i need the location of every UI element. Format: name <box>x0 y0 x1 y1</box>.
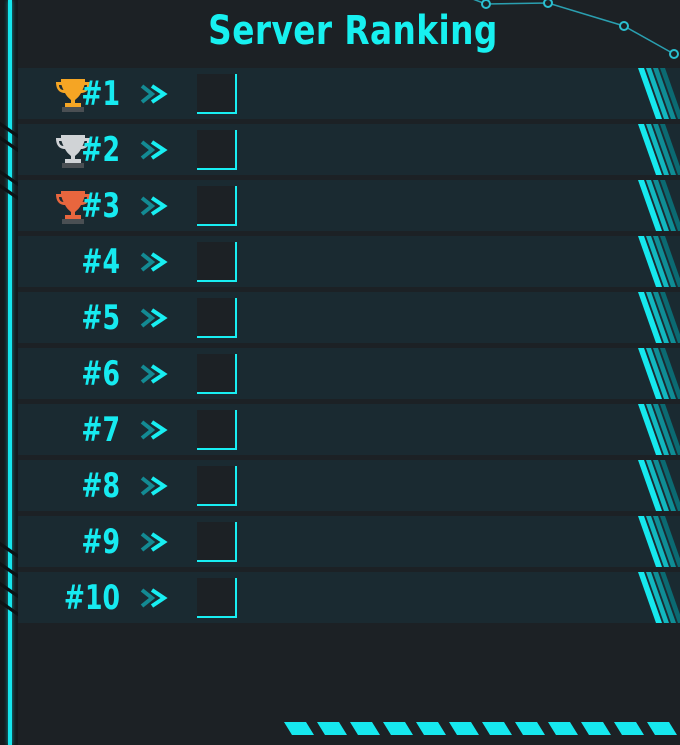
avatar-frame <box>197 130 237 170</box>
avatar-frame <box>197 354 237 394</box>
ranking-row[interactable]: #3 <box>18 180 680 231</box>
avatar-frame <box>197 410 237 450</box>
ranking-row[interactable]: #5 <box>18 292 680 343</box>
double-chevron-right-icon <box>140 140 168 160</box>
diagonal-stripes-decoration <box>638 292 680 343</box>
diagonal-stripes-decoration <box>638 68 680 119</box>
dash-mark <box>284 722 314 735</box>
left-rail-glow-line <box>8 0 12 745</box>
dash-mark <box>317 722 347 735</box>
dash-mark <box>416 722 446 735</box>
double-chevron-right-icon <box>140 252 168 272</box>
double-chevron-right-icon <box>140 420 168 440</box>
ranking-row[interactable]: #7 <box>18 404 680 455</box>
ranking-row[interactable]: #9 <box>18 516 680 567</box>
rank-label: #8 <box>81 466 120 506</box>
double-chevron-right-icon <box>140 364 168 384</box>
double-chevron-right-icon <box>140 308 168 328</box>
diagonal-stripes-decoration <box>638 516 680 567</box>
diagonal-stripes-decoration <box>638 460 680 511</box>
ranking-row[interactable]: #1 <box>18 68 680 119</box>
avatar-frame <box>197 186 237 226</box>
dash-mark <box>614 722 644 735</box>
ranking-row[interactable]: #2 <box>18 124 680 175</box>
ranking-row[interactable]: #4 <box>18 236 680 287</box>
double-chevron-right-icon <box>140 588 168 608</box>
rank-label: #3 <box>81 186 120 226</box>
diagonal-stripes-decoration <box>638 180 680 231</box>
double-chevron-right-icon <box>140 196 168 216</box>
diagonal-stripes-decoration <box>638 236 680 287</box>
ranking-row[interactable]: #10 <box>18 572 680 623</box>
diagonal-stripes-decoration <box>638 404 680 455</box>
avatar-frame <box>197 522 237 562</box>
rank-label: #2 <box>81 130 120 170</box>
rank-label: #4 <box>81 242 120 282</box>
network-decoration <box>473 0 679 59</box>
dash-mark <box>383 722 413 735</box>
dash-mark <box>647 722 677 735</box>
avatar-frame <box>197 242 237 282</box>
dash-mark <box>548 722 578 735</box>
rank-label: #1 <box>81 74 120 114</box>
avatar-frame <box>197 298 237 338</box>
diagonal-stripes-decoration <box>638 572 680 623</box>
left-rail <box>0 0 18 745</box>
double-chevron-right-icon <box>140 84 168 104</box>
dash-mark <box>515 722 545 735</box>
dash-mark <box>350 722 380 735</box>
rank-label: #9 <box>81 522 120 562</box>
ranking-row[interactable]: #6 <box>18 348 680 399</box>
dash-mark <box>449 722 479 735</box>
diagonal-stripes-decoration <box>638 124 680 175</box>
ranking-row[interactable]: #8 <box>18 460 680 511</box>
dash-mark <box>482 722 512 735</box>
dash-mark <box>581 722 611 735</box>
rank-label: #6 <box>81 354 120 394</box>
double-chevron-right-icon <box>140 476 168 496</box>
double-chevron-right-icon <box>140 532 168 552</box>
bottom-dash-decoration <box>284 722 677 735</box>
rank-label: #7 <box>81 410 120 450</box>
avatar-frame <box>197 466 237 506</box>
diagonal-stripes-decoration <box>638 348 680 399</box>
avatar-frame <box>197 74 237 114</box>
avatar-frame <box>197 578 237 618</box>
rank-label: #5 <box>81 298 120 338</box>
rank-label: #10 <box>63 578 120 618</box>
